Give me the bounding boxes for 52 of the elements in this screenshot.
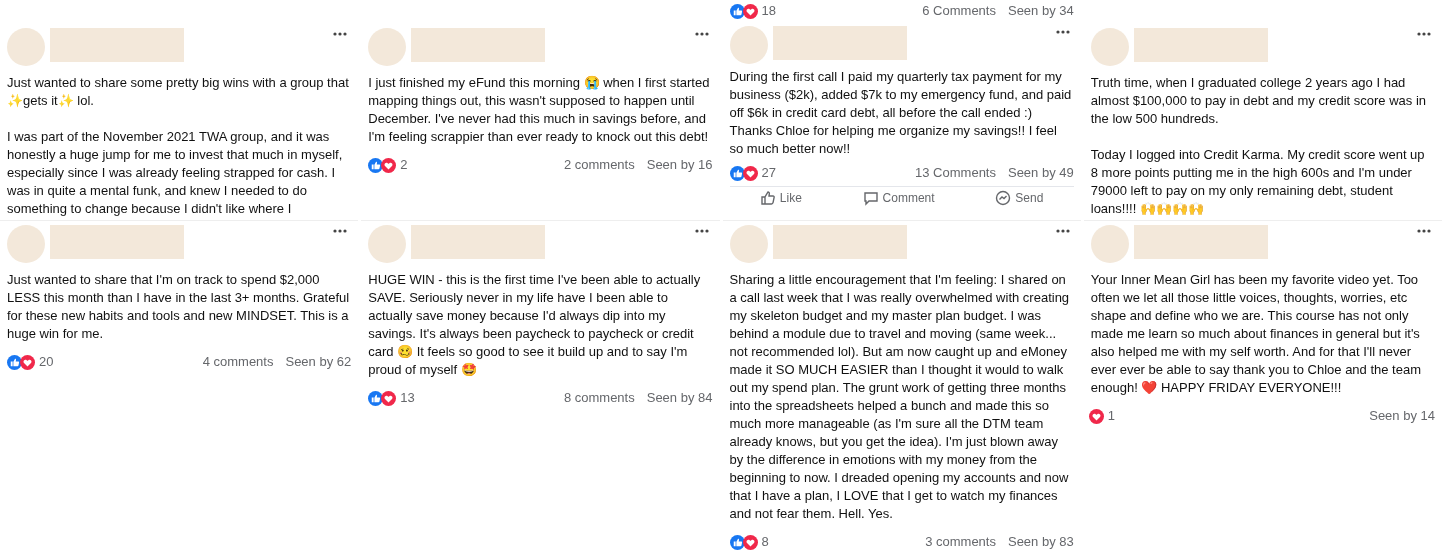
reaction-count: 1: [1107, 407, 1115, 426]
comment-count[interactable]: 6 Comments: [922, 1, 996, 21]
avatar: [1090, 225, 1129, 263]
more-options-icon[interactable]: [1417, 229, 1431, 233]
more-options-icon[interactable]: [1417, 32, 1431, 36]
post-text: Just wanted to share that I'm on track to spend $2,000 LESS this month than I have in the last 3+ months. Grateful for these new habits and tools and new MINDSET. This is a huge win for me.: [7, 271, 351, 343]
avatar: [729, 26, 768, 64]
action-button[interactable]: Send: [987, 189, 1052, 207]
avatar: [7, 28, 45, 66]
reaction-count: 20: [39, 353, 54, 372]
post-text: During the first call I paid my quarterly tax payment for my business ($2k), added $7k to my emergency fund, and paid off $6k in credit card debt, all before the call ended :) Thanks Chloe for helping me organize my savings!! I feel so much better now!!: [729, 68, 1073, 158]
action-button[interactable]: Comment: [854, 189, 943, 207]
post-text: Your Inner Mean Girl has been my favorite video yet. Too often we let all those little voices, thoughts, worries, etc shape and define who we are. This course has not only made me learn so much about finances in general but it's also helped me with my self worth. And for that I'll never ever ever be able to say thank you to Chloe and the team enough! ❤ HAPPY FRIDAY EVERYONE!!!: [1090, 271, 1422, 397]
seen-count: Seen by 83: [1007, 533, 1074, 550]
avatar: [368, 225, 407, 263]
avatar: [729, 225, 768, 263]
post-text: Just wanted to share some pretty big wins with a group that ✨gets it✨ lol.: [7, 74, 350, 110]
more-options-icon[interactable]: [1055, 229, 1070, 233]
comment-count[interactable]: 4 comments: [202, 352, 274, 372]
messenger-icon: [995, 190, 1012, 206]
more-options-icon[interactable]: [694, 32, 709, 36]
more-options-icon[interactable]: [333, 229, 348, 233]
post-text: I was part of the November 2021 TWA group, and it was honestly a huge jump for me to invest that much in myself, especially since I was already feeling strapped for cash. I was in quite a mental funk, and knew I needed to do something to change because I didn't like where I: [7, 128, 344, 218]
post-text: Sharing a little encouragement that I'm feeling: I shared on a call last week that I was really overwhelmed with creating my skeleton budget and my master plan budget. I was behind a module due to travel and moving (same week... not recommended lol). But am now caught up and eMoney made it SO MUCH EASIER than I thought it would to walk out my spend plan. The grunt work of getting three months into the spreadsheets helped a bunch and made this so much more manageable (as I'm sure all the DTM team already knows, but you get the idea). I'm just blown away by the difference in emotions with my money from the beginning to now. I dreaded opening my accounts and now that I have a plan, I LOVE that I get to watch my finances and not fear them. Hell. Yes.: [729, 271, 1071, 523]
avatar: [1090, 28, 1129, 66]
seen-count: Seen by 34: [1007, 2, 1074, 21]
comment-count[interactable]: 13 Comments: [915, 163, 996, 183]
post-text: I just finished my eFund this morning 😭 when I first started mapping things out, this wasn't supposed to happen until December. I've never had this much in savings before, and I'm feeling scrappier than ever ready to knock out this debt!: [368, 74, 711, 146]
reaction-count: 27: [761, 164, 776, 183]
action-button[interactable]: Like: [751, 189, 810, 207]
more-options-icon[interactable]: [694, 229, 709, 233]
seen-count: Seen by 16: [646, 156, 713, 175]
seen-count: Seen by 62: [285, 353, 352, 372]
avatar: [7, 225, 45, 263]
comment-count[interactable]: 8 comments: [563, 388, 635, 408]
speech-bubble-icon: [862, 190, 879, 206]
post-text: HUGE WIN - this is the first time I've been able to actually SAVE. Seriously never in my life have I been able to actually save money because I'd always dip into my savings. It's always been paycheck to paycheck or credit card 🥴 It feels so good to see it build up and to say I'm proud of myself 🤩: [368, 271, 702, 379]
seen-count: Seen by 84: [646, 389, 713, 408]
seen-count: Seen by 49: [1007, 164, 1074, 183]
avatar: [368, 28, 407, 66]
comment-count[interactable]: 2 comments: [563, 155, 635, 175]
post-text: Today I logged into Credit Karma. My credit score went up 8 more points putting me in the high 600s and I'm under 79000 left to pay on my only remaining debt, student loans!!!! 🙌🙌🙌🙌: [1090, 146, 1426, 218]
reaction-count: 13: [400, 389, 415, 408]
more-options-icon[interactable]: [1055, 30, 1070, 34]
more-options-icon[interactable]: [333, 32, 348, 36]
reaction-count: 18: [761, 2, 776, 21]
comment-count[interactable]: 3 comments: [925, 532, 996, 550]
post-text: Truth time, when I graduated college 2 years ago I had almost $100,000 to pay in debt and my credit score was in the low 500 hundreds.: [1090, 74, 1428, 128]
seen-count: Seen by 14: [1369, 407, 1435, 426]
reaction-count: 2: [400, 156, 408, 175]
thumbs-up-icon: [759, 190, 776, 206]
reaction-count: 8: [761, 533, 769, 550]
